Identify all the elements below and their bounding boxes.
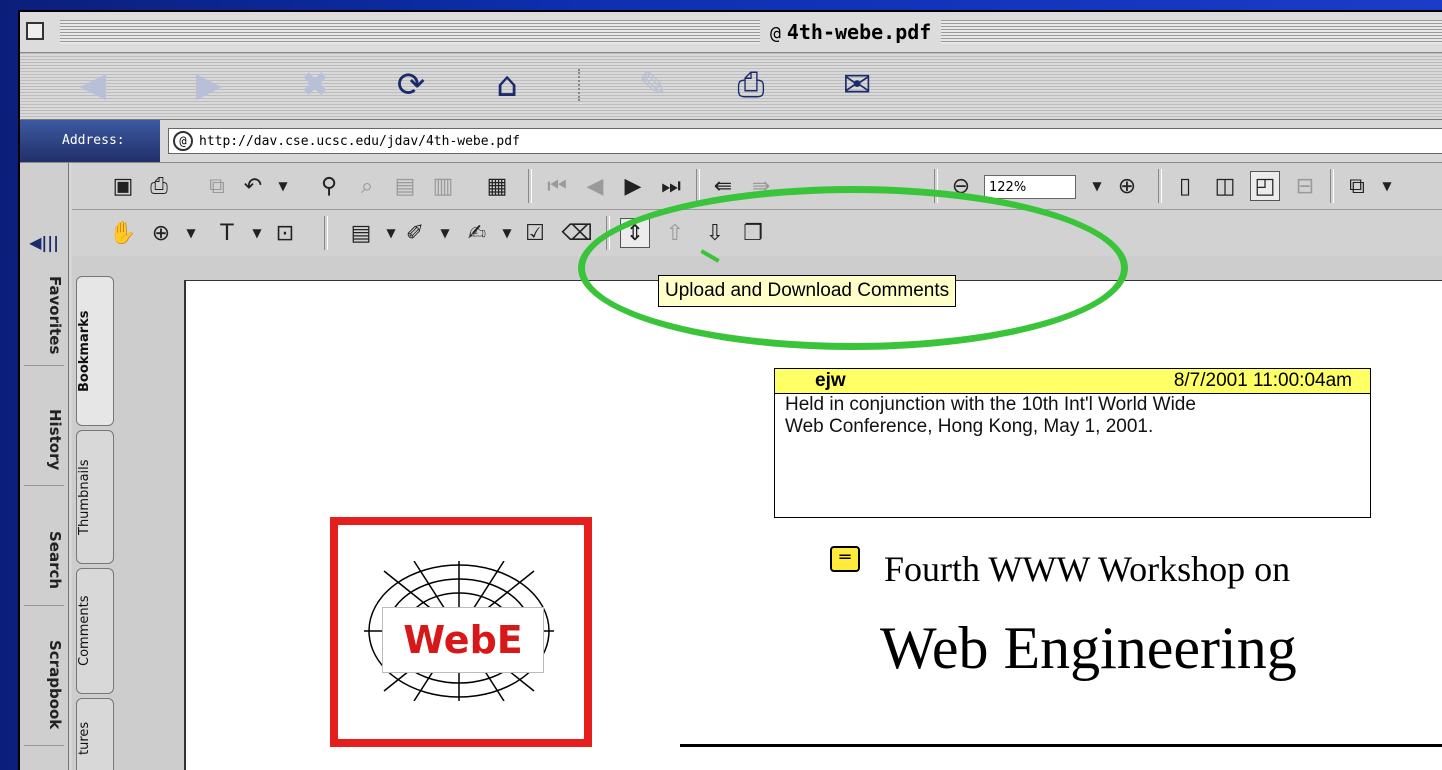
forward-button[interactable]: ▶ (186, 65, 232, 105)
undo-dropdown-icon[interactable]: ▼ (268, 171, 298, 201)
sidebar-tab-search[interactable]: Search (24, 515, 64, 606)
navigation-toolbar: ◀ ▶ ✖ ⟳ ⌂ ✎ ⎙ ✉ (20, 53, 1442, 120)
save-icon[interactable]: ▣ (108, 171, 138, 201)
sidebar-tab-history[interactable]: History (24, 395, 64, 486)
highlight-ellipse (578, 186, 1128, 350)
graphics-select-icon[interactable]: ⊡ (270, 218, 300, 248)
address-bar: Address: @ http://dav.cse.ucsc.edu/jdav/… (20, 120, 1442, 163)
toolbar-separator (324, 216, 328, 250)
note-text: Held in conjunction with the 10th Int'l … (785, 394, 1196, 437)
left-arrow-icon: ◀ (79, 65, 107, 105)
search-icon[interactable]: ⌕ (352, 171, 382, 201)
home-icon: ⌂ (496, 65, 518, 105)
note-header: ejw 8/7/2001 11:00:04am (775, 369, 1370, 394)
close-box[interactable] (26, 22, 44, 40)
pencil-tool-dropdown-icon[interactable]: ▼ (430, 218, 460, 248)
tab-comments[interactable]: Comments (76, 568, 114, 694)
pen-icon: ✎ (638, 65, 668, 105)
fit-page-icon[interactable]: ◫ (1210, 171, 1240, 201)
first-page-icon[interactable]: ⏮ (542, 171, 572, 201)
refresh-button[interactable]: ⟳ (388, 65, 434, 105)
undo-icon[interactable]: ↶ (238, 171, 268, 201)
sidebar-toggle-icon[interactable]: ◀||| (26, 233, 62, 261)
zoom-dropdown-icon[interactable]: ▼ (1082, 171, 1112, 201)
next-page-icon[interactable]: ▶ (618, 171, 648, 201)
spell-check-icon[interactable]: ☑ (520, 218, 550, 248)
text-select-dropdown-icon[interactable]: ▼ (242, 218, 272, 248)
rotate-dropdown-icon[interactable]: ▼ (1372, 171, 1402, 201)
printer-icon: ⎙ (737, 65, 765, 105)
toolbar-separator (1158, 169, 1162, 203)
x-icon: ✖ (300, 65, 330, 105)
highlight-tool-dropdown-icon[interactable]: ▼ (492, 218, 522, 248)
tab-thumbnails[interactable]: Thumbnails (76, 430, 114, 564)
document-heading-line2: Web Engineering (880, 615, 1297, 681)
note-icon[interactable]: ═ (830, 546, 860, 572)
highlight-tool-icon[interactable]: ✍ (462, 218, 492, 248)
address-url: http://dav.cse.ucsc.edu/jdav/4th-webe.pd… (199, 134, 520, 149)
navigation-tabs: Bookmarks Thumbnails Comments tures (72, 256, 130, 770)
title-bar-stripes (60, 20, 1442, 44)
copy-icon[interactable]: ⧉ (202, 171, 232, 201)
tab-bookmarks[interactable]: Bookmarks (76, 276, 114, 426)
zoom-tool-dropdown-icon[interactable]: ▼ (176, 218, 206, 248)
eraser-icon[interactable]: ⌫ (561, 218, 592, 248)
horizontal-rule (680, 744, 1442, 747)
right-arrow-icon: ▶ (195, 65, 223, 105)
show-hide-panel-icon[interactable]: ▦ (482, 171, 512, 201)
fit-visible-icon[interactable]: ⊟ (1290, 171, 1320, 201)
back-button[interactable]: ◀ (70, 65, 116, 105)
at-sign-icon: @ (770, 23, 781, 44)
note-author: ejw (815, 370, 846, 391)
mail-button[interactable]: ✉ (834, 65, 880, 105)
title-bar[interactable]: @4th-webe.pdf (20, 12, 1442, 53)
document-alt-icon[interactable]: ▥ (428, 171, 458, 201)
toolbar-separator (696, 169, 700, 203)
find-icon[interactable]: ⚲ (314, 171, 344, 201)
note-date: 8/7/2001 11:00:04am (1173, 370, 1352, 391)
window-title: @4th-webe.pdf (760, 18, 942, 46)
tab-signatures[interactable]: tures (76, 698, 114, 770)
sidebar-tab-favorites[interactable]: Favorites (24, 265, 64, 366)
comment-note[interactable]: ejw 8/7/2001 11:00:04am Held in conjunct… (774, 368, 1371, 518)
browser-sidebar: ◀||| Favorites History Search Scrapbook (20, 163, 69, 770)
pencil-tool-icon[interactable]: ✐ (400, 218, 430, 248)
at-sign-icon: @ (173, 131, 193, 151)
address-input[interactable]: @ http://dav.cse.ucsc.edu/jdav/4th-webe.… (168, 128, 1442, 154)
logo-text: WebE (382, 607, 544, 673)
print-button[interactable]: ⎙ (728, 65, 774, 105)
toolbar-separator (1330, 169, 1334, 203)
document-icon[interactable]: ▤ (390, 171, 420, 201)
rotate-view-icon[interactable]: ⧉ (1342, 171, 1372, 201)
sidebar-tab-scrapbook[interactable]: Scrapbook (24, 625, 64, 746)
hand-tool-icon[interactable]: ✋ (108, 218, 138, 248)
address-label: Address: (20, 120, 160, 162)
zoom-tool-icon[interactable]: ⊕ (146, 218, 176, 248)
webe-logo: WebE (330, 517, 592, 747)
note-tool-icon[interactable]: ▤ (346, 218, 376, 248)
fit-width-icon[interactable]: ◰ (1250, 171, 1280, 201)
zoom-in-icon[interactable]: ⊕ (1112, 171, 1142, 201)
refresh-icon: ⟳ (396, 65, 426, 105)
stop-button[interactable]: ✖ (292, 65, 338, 105)
home-button[interactable]: ⌂ (484, 65, 530, 105)
tooltip: Upload and Download Comments (658, 275, 957, 307)
envelope-icon: ✉ (842, 65, 872, 105)
toolbar-separator (578, 69, 580, 101)
document-heading-line1: Fourth WWW Workshop on (884, 549, 1291, 589)
actual-size-icon[interactable]: ▯ (1170, 171, 1200, 201)
zoom-input[interactable]: 122% (984, 175, 1076, 199)
text-select-icon[interactable]: T (212, 218, 242, 248)
toolbar-separator (528, 169, 532, 203)
print-icon[interactable]: ⎙ (144, 171, 174, 201)
previous-page-icon[interactable]: ◀ (580, 171, 610, 201)
autofill-button[interactable]: ✎ (630, 65, 676, 105)
last-page-icon[interactable]: ⏭ (656, 171, 686, 201)
